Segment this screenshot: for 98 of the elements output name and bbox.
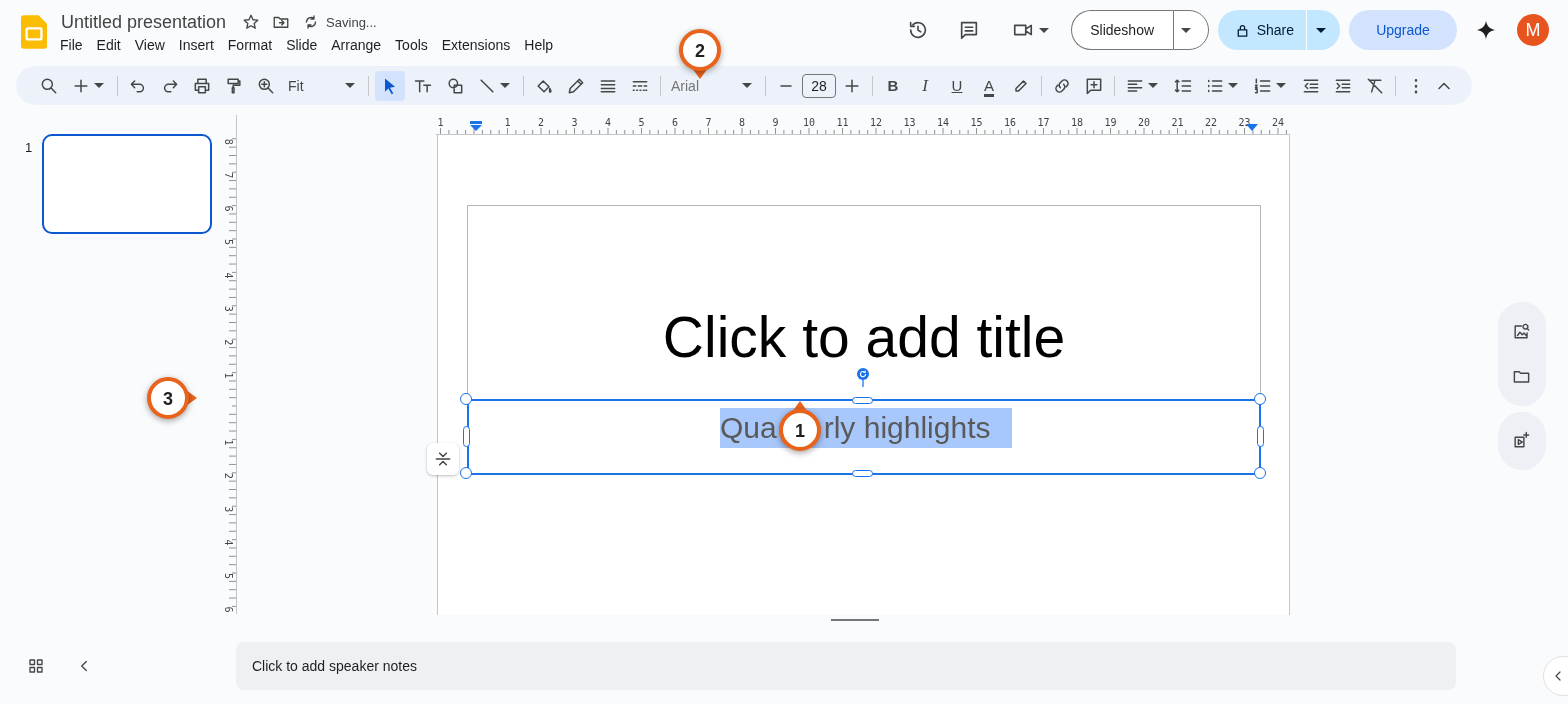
resize-handle[interactable]: [1254, 467, 1266, 479]
menu-item[interactable]: View: [127, 35, 172, 55]
caret-icon[interactable]: [500, 83, 510, 88]
menu-item[interactable]: Insert: [171, 35, 221, 55]
upgrade-button[interactable]: Upgrade: [1349, 10, 1457, 50]
menu-item[interactable]: Slide: [279, 35, 325, 55]
text-color-button[interactable]: A: [973, 77, 1005, 94]
font-dropdown[interactable]: Arial: [665, 77, 761, 94]
ruler-number: 4: [605, 117, 611, 128]
ruler-number: 2: [223, 339, 234, 346]
text-style-button[interactable]: B: [877, 77, 909, 94]
vertical-align-button[interactable]: [427, 443, 459, 475]
ruler-number: 20: [1138, 117, 1150, 128]
ruler-number: 8: [739, 117, 745, 128]
indent-marker-icon[interactable]: [470, 121, 482, 131]
ruler-number: 1: [437, 117, 444, 128]
callout-badge: 2: [670, 20, 730, 80]
ruler-number: 7: [223, 172, 234, 179]
slide-number: 1: [25, 140, 34, 155]
ruler-number: 5: [223, 239, 234, 246]
ruler-number: 3: [223, 506, 234, 513]
resize-handle[interactable]: [852, 470, 873, 477]
star-icon[interactable]: [242, 13, 261, 31]
ruler-number: 5: [223, 573, 234, 580]
video-sparkle-icon[interactable]: [1512, 431, 1531, 450]
menu-item[interactable]: Edit: [89, 35, 128, 55]
slideshow-dropdown[interactable]: [1172, 10, 1209, 50]
resize-handle[interactable]: [1254, 393, 1266, 405]
ruler-number: 24: [1272, 117, 1284, 128]
document-title[interactable]: Untitled presentation: [61, 11, 227, 33]
select-tool[interactable]: [375, 70, 405, 101]
caret-icon[interactable]: [94, 83, 104, 88]
ruler-number: 1: [223, 439, 234, 446]
image-search-icon[interactable]: [1512, 322, 1531, 341]
ruler-number: 2: [538, 117, 544, 128]
notes-resize-handle[interactable]: [831, 619, 879, 621]
text-style-button[interactable]: U: [941, 77, 973, 94]
vertical-align-icon: [433, 449, 453, 469]
ruler-number: 3: [223, 305, 234, 312]
font-size-field[interactable]: 28: [802, 73, 836, 98]
menu-item[interactable]: Tools: [388, 35, 435, 55]
ruler-number: 18: [1071, 117, 1083, 128]
menu-item[interactable]: File: [53, 35, 90, 55]
ruler-number: 16: [1004, 117, 1016, 128]
ruler-number: 17: [1037, 117, 1050, 128]
ruler-number: 15: [970, 117, 983, 128]
ruler-number: 3: [571, 117, 578, 128]
ruler-number: 11: [836, 117, 849, 128]
ruler-number: 22: [1205, 117, 1217, 128]
caret-icon[interactable]: [1276, 83, 1286, 88]
rotate-handle[interactable]: [857, 368, 869, 387]
caret-icon: [742, 83, 752, 88]
ruler-number: 4: [223, 272, 234, 279]
slideshow-button[interactable]: Slideshow: [1070, 10, 1173, 50]
indent-marker-icon[interactable]: [1246, 124, 1258, 131]
menu-item[interactable]: Arrange: [324, 35, 389, 55]
ruler-number: 7: [705, 117, 712, 128]
ruler-number: 21: [1171, 117, 1184, 128]
menu-item[interactable]: Help: [517, 35, 561, 55]
resize-handle[interactable]: [460, 393, 472, 405]
resize-handle[interactable]: [852, 397, 873, 404]
menu-item[interactable]: Extensions: [434, 35, 518, 55]
resize-handle[interactable]: [460, 467, 472, 479]
caret-icon: [1316, 27, 1326, 33]
speaker-notes-field[interactable]: Click to add speaker notes: [236, 642, 1456, 690]
grid-view-icon[interactable]: [27, 657, 45, 675]
caret-icon: [345, 83, 355, 88]
resize-handle[interactable]: [1257, 426, 1264, 447]
ruler-number: 8: [223, 138, 234, 145]
ruler-number: 4: [223, 539, 234, 546]
avatar[interactable]: M: [1517, 14, 1549, 46]
share-dropdown[interactable]: [1307, 10, 1340, 50]
ruler-number: 12: [870, 117, 882, 128]
ruler-number: 1: [504, 117, 511, 128]
resize-handle[interactable]: [463, 426, 470, 447]
save-status: Saving...: [326, 14, 377, 30]
ruler-number: 10: [803, 117, 815, 128]
caret-icon: [1038, 27, 1049, 33]
menu-item[interactable]: Format: [220, 35, 280, 55]
caret-icon[interactable]: [1148, 83, 1158, 88]
ruler-number: 5: [638, 117, 645, 128]
title-placeholder: Click to add title: [662, 312, 1066, 361]
ruler-number: 6: [223, 205, 234, 212]
ruler-number: 13: [903, 117, 916, 128]
ruler-number: 2: [223, 472, 234, 479]
ruler-number: 14: [937, 117, 949, 128]
share-button[interactable]: Share: [1217, 10, 1307, 50]
ruler-number: 9: [772, 117, 779, 128]
caret-icon[interactable]: [1228, 83, 1238, 88]
slide-thumbnail[interactable]: [42, 134, 212, 234]
ruler-number: 1: [223, 372, 234, 379]
text-style-button[interactable]: I: [909, 75, 941, 96]
zoom-dropdown[interactable]: Fit: [282, 77, 364, 94]
ruler-number: 19: [1104, 117, 1117, 128]
callout-badge: 3: [138, 368, 198, 428]
caret-icon: [1180, 27, 1191, 33]
ruler-number: 6: [672, 117, 678, 128]
ruler-number: 6: [223, 606, 234, 613]
